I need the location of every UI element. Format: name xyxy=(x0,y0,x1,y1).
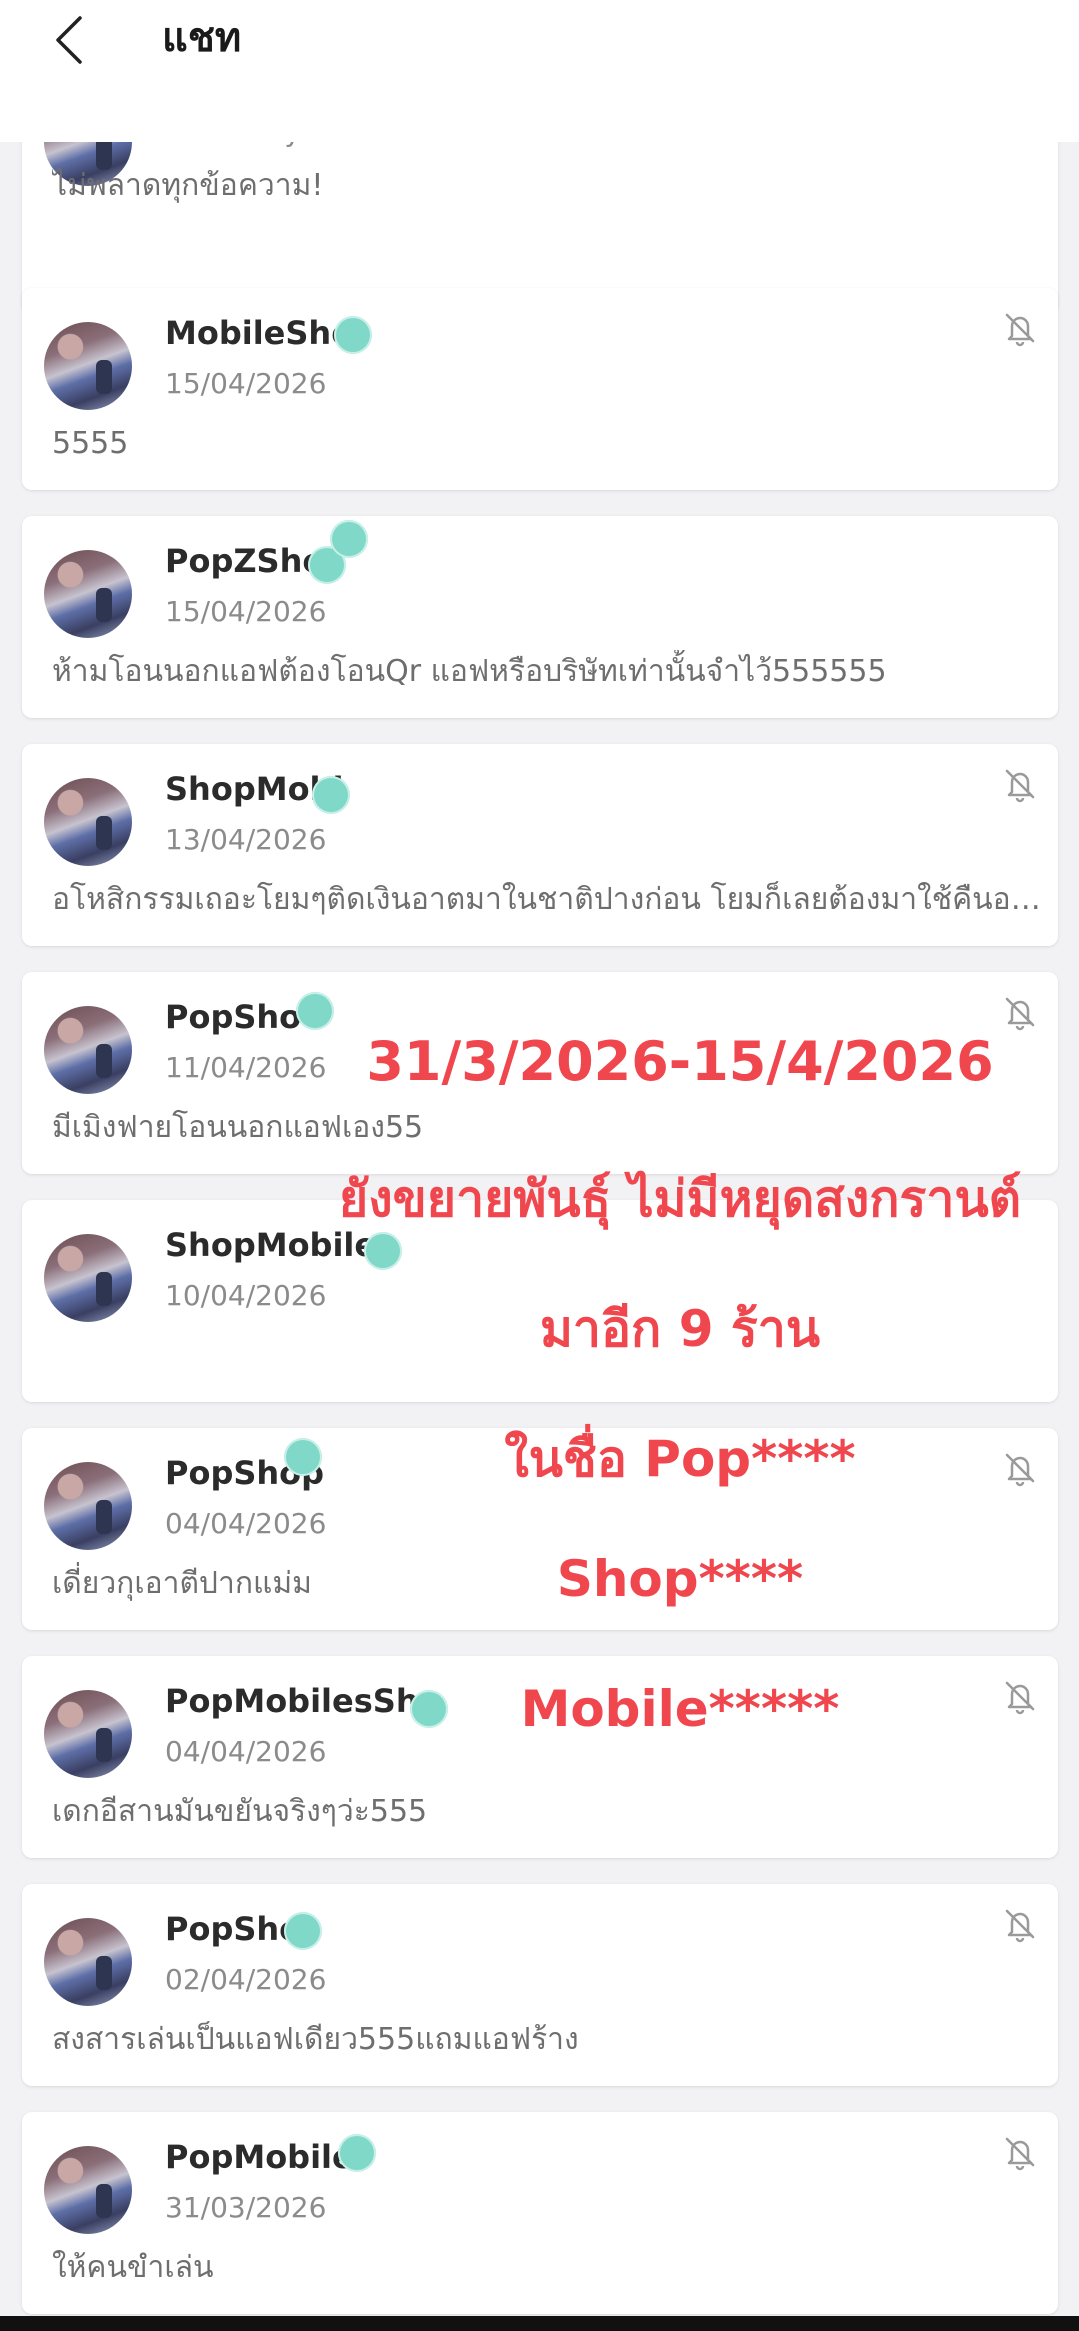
chat-time: 13/04/2026 xyxy=(165,823,327,856)
chat-item[interactable]: MobileSho 15/04/2026 5555 xyxy=(22,288,1058,490)
overlay-pattern-mobile: Mobile***** xyxy=(520,1680,840,1738)
chat-last-message: อโหสิกรรมเถอะโยมๆติดเงินอาตมาในชาติปางก่… xyxy=(52,882,1042,917)
chat-time: 31/03/2026 xyxy=(165,2191,327,2224)
avatar xyxy=(44,1006,132,1094)
chat-last-message: มีเมิงฟายโอนนอกแอฟเอง55 xyxy=(52,1110,424,1145)
bell-off-icon[interactable] xyxy=(1000,992,1040,1032)
chat-last-message: ห้ามโอนนอกแอฟต้องโอนQr แอฟหรือบริษัทเท่า… xyxy=(52,654,887,689)
sticker-decoration xyxy=(330,520,368,558)
bell-off-icon[interactable] xyxy=(1000,1904,1040,1944)
chat-last-message: เดกอีสานมันขยันจริงๆว่ะ555 xyxy=(52,1794,428,1829)
chat-last-message: 5555 xyxy=(52,426,129,461)
sticker-decoration xyxy=(296,992,334,1030)
chat-item[interactable]: PopMobile 31/03/2026 ให้คนขำเล่น xyxy=(22,2112,1058,2314)
chat-time: 04/04/2026 xyxy=(165,1735,327,1768)
back-button[interactable] xyxy=(50,12,90,68)
sticker-decoration xyxy=(334,316,372,354)
chat-name: PopMobile xyxy=(165,2138,354,2176)
page-title: แชท xyxy=(162,15,242,61)
overlay-pattern-shop: Shop**** xyxy=(556,1550,804,1608)
chat-time: 04/04/2026 xyxy=(165,1507,327,1540)
avatar xyxy=(44,1234,132,1322)
avatar xyxy=(44,778,132,866)
chat-time: 02/04/2026 xyxy=(165,1963,327,1996)
avatar xyxy=(44,1918,132,2006)
avatar xyxy=(44,1690,132,1778)
bell-off-icon[interactable] xyxy=(1000,2132,1040,2172)
overlay-pattern-pop: ในชื่อ Pop**** xyxy=(504,1430,856,1488)
chat-item[interactable]: ShopMobi 13/04/2026 อโหสิกรรมเถอะโยมๆติด… xyxy=(22,744,1058,946)
sticker-decoration xyxy=(312,776,350,814)
chat-name: MobileSho xyxy=(165,314,354,352)
chat-last-message: ให้คนขำเล่น xyxy=(52,2250,214,2285)
sticker-decoration xyxy=(284,1912,322,1950)
system-nav-bar xyxy=(0,2316,1079,2331)
chevron-left-icon xyxy=(56,16,82,64)
sticker-decoration xyxy=(338,2134,376,2172)
avatar xyxy=(44,1462,132,1550)
bell-off-icon[interactable] xyxy=(1000,764,1040,804)
overlay-date-range: 31/3/2026-15/4/2026 xyxy=(366,1030,994,1093)
chat-time: 15/04/2026 xyxy=(165,367,327,400)
avatar xyxy=(44,550,132,638)
chat-last-message: สงสารเล่นเป็นแอฟเดียว555แถมแอฟร้าง xyxy=(52,2022,579,2057)
bell-off-icon[interactable] xyxy=(1000,308,1040,348)
chat-time: Yesterday xyxy=(165,142,301,152)
avatar xyxy=(44,322,132,410)
top-bar: แชท xyxy=(0,0,1079,142)
overlay-count-line: มาอีก 9 ร้าน xyxy=(539,1300,821,1358)
chat-time: 15/04/2026 xyxy=(165,595,327,628)
avatar xyxy=(44,2146,132,2234)
chat-last-message: ไม่พลาดทุกข้อความ! xyxy=(52,168,324,203)
chat-item[interactable]: PopSho 02/04/2026 สงสารเล่นเป็นแอฟเดียว5… xyxy=(22,1884,1058,2086)
chat-item[interactable]: PopZSho 15/04/2026 ห้ามโอนนอกแอฟต้องโอนQ… xyxy=(22,516,1058,718)
chat-name: PopSho xyxy=(165,998,302,1036)
overlay-note-line: ยังขยายพันธุ์ ไม่มีหยุดสงกรานต์ xyxy=(338,1170,1022,1228)
chat-name: PopZSho xyxy=(165,542,325,580)
chat-name: PopSho xyxy=(165,1910,302,1948)
